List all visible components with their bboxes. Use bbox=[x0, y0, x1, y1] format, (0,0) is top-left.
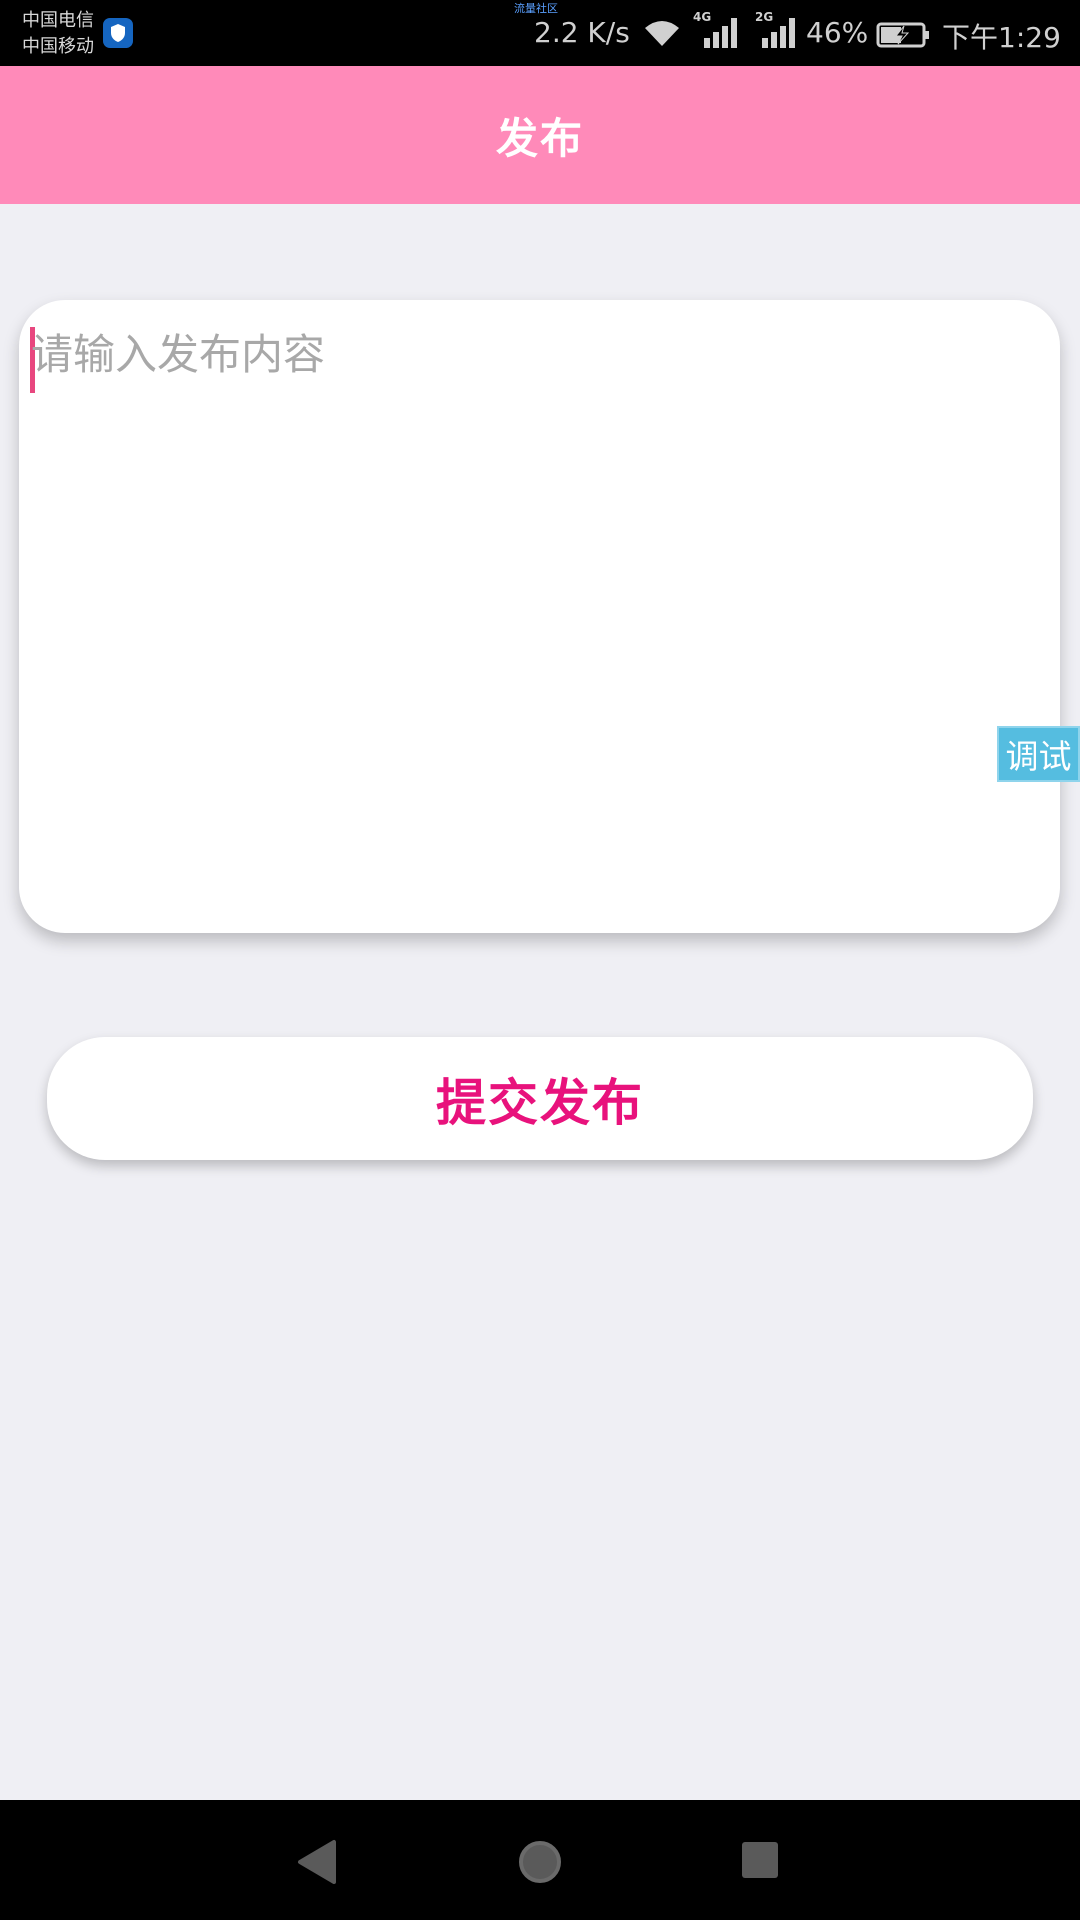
page-title: 发布 bbox=[495, 113, 584, 163]
debug-label: 调试 bbox=[1005, 737, 1072, 776]
battery-charging-icon bbox=[876, 22, 929, 48]
traffic-community-label: 流量社区 bbox=[514, 2, 558, 15]
content-input[interactable] bbox=[31, 320, 1031, 910]
carrier-secondary: 中国移动 bbox=[22, 36, 94, 57]
status-clock: 下午1:29 bbox=[942, 21, 1061, 54]
back-icon[interactable] bbox=[294, 1838, 342, 1886]
carrier-info: 中国电信 中国移动 bbox=[22, 8, 94, 60]
battery-percent: 46% bbox=[806, 16, 869, 49]
recent-apps-icon[interactable] bbox=[740, 1840, 780, 1880]
signal-strength-icon-2 bbox=[762, 18, 795, 48]
signal-strength-icon-1 bbox=[704, 18, 737, 48]
navigation-bar bbox=[0, 1800, 1080, 1920]
carrier-primary: 中国电信 bbox=[22, 10, 94, 31]
wifi-icon bbox=[645, 21, 679, 46]
network-speed: 2.2 K/s bbox=[534, 16, 630, 49]
debug-button[interactable]: 调试 bbox=[997, 726, 1080, 782]
submit-label: 提交发布 bbox=[436, 1073, 644, 1132]
shield-icon bbox=[103, 18, 133, 48]
submit-publish-button[interactable]: 提交发布 bbox=[47, 1037, 1033, 1160]
content-card bbox=[19, 300, 1060, 933]
app-header: 发布 bbox=[0, 66, 1080, 204]
home-icon[interactable] bbox=[516, 1838, 564, 1886]
status-bar: 中国电信 中国移动 流量社区 2.2 K/s 4G 2G 46% 下午1:29 bbox=[0, 0, 1080, 66]
